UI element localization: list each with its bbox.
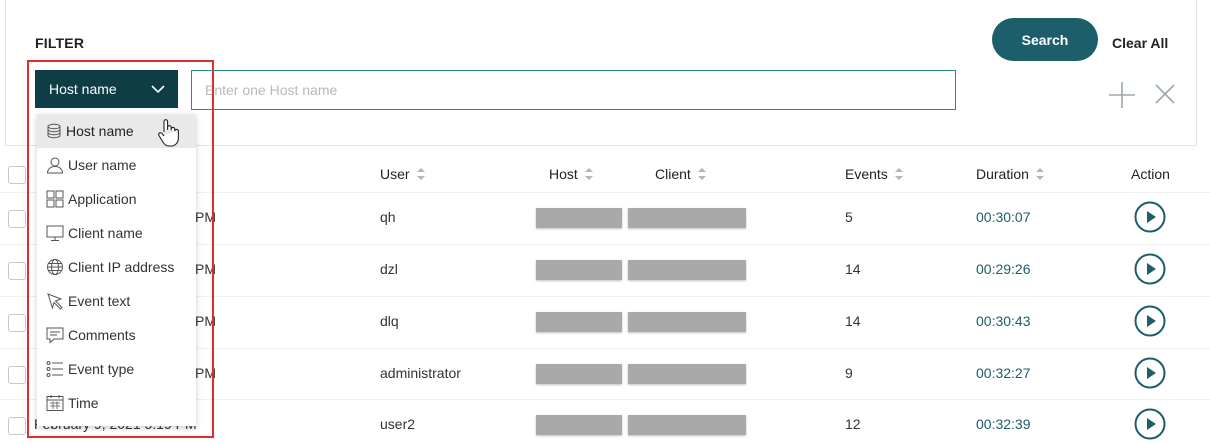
dropdown-item-label: Client name [68,225,143,241]
redacted-host [536,260,622,280]
sort-icon [416,168,425,180]
monitor-icon [46,225,64,241]
column-header-duration-label: Duration [976,166,1029,182]
row-checkbox[interactable] [8,210,26,228]
play-icon[interactable] [1134,408,1166,440]
row-start-time: PM [195,365,216,381]
redacted-client [628,260,746,280]
column-header-action: Action [1131,166,1170,182]
dropdown-item-event-type[interactable]: Event type [37,352,196,386]
field-select-value: Host name [49,81,117,97]
search-button[interactable]: Search [992,18,1098,61]
redacted-client [628,208,746,228]
row-events: 14 [845,261,861,277]
column-header-events-label: Events [845,166,888,182]
redacted-host [536,415,622,435]
row-checkbox[interactable] [8,262,26,280]
dropdown-item-event-text[interactable]: Event text [37,284,196,318]
clear-all-button[interactable]: Clear All [1112,35,1168,51]
cursor-arrow-icon [47,293,63,310]
row-user: dlq [380,313,399,329]
row-user: user2 [380,416,416,432]
dropdown-item-label: Comments [68,327,136,343]
field-select[interactable]: Host name [35,70,178,108]
close-icon[interactable] [1153,82,1177,106]
row-user: administrator [380,365,461,381]
row-duration: 00:30:43 [976,313,1031,329]
row-events: 5 [845,209,853,225]
dropdown-item-label: Client IP address [68,259,175,275]
redacted-client [628,415,746,435]
row-checkbox[interactable] [8,366,26,384]
dropdown-item-label: Application [68,191,137,207]
row-user: qh [380,209,396,225]
column-header-user-label: User [380,166,410,182]
play-icon[interactable] [1134,253,1166,285]
row-user: dzl [380,261,398,277]
play-icon[interactable] [1134,201,1166,233]
column-header-action-label: Action [1131,166,1170,182]
row-checkbox[interactable] [8,417,26,435]
chevron-down-icon [151,85,165,94]
row-duration: 00:30:07 [976,209,1031,225]
row-events: 14 [845,313,861,329]
plus-icon[interactable] [1107,80,1137,110]
grid-icon [46,190,64,208]
column-header-events[interactable]: Events [845,166,904,182]
row-start-time: PM [195,313,216,329]
row-duration: 00:29:26 [976,261,1031,277]
user-icon [46,157,64,174]
dropdown-item-label: User name [68,157,137,173]
dropdown-item-time[interactable]: Time [37,386,196,420]
redacted-host [536,208,622,228]
host-name-input[interactable]: Enter one Host name [191,70,956,110]
row-duration: 00:32:27 [976,365,1031,381]
select-all-checkbox[interactable] [8,166,26,184]
comment-icon [46,327,64,344]
row-start-time: PM [195,209,216,225]
globe-icon [47,259,63,275]
column-header-host-label: Host [549,166,578,182]
dropdown-item-client-ip-address[interactable]: Client IP address [37,250,196,284]
row-events: 12 [845,416,861,432]
host-name-input-placeholder: Enter one Host name [205,82,338,98]
dropdown-item-label: Time [68,395,99,411]
sort-icon [894,168,903,180]
redacted-host [536,312,622,332]
column-header-duration[interactable]: Duration [976,166,1045,182]
dropdown-item-user-name[interactable]: User name [37,148,196,182]
database-icon [47,123,61,139]
hand-cursor-icon [158,119,179,147]
field-dropdown-menu: Host name User name Application Client n… [37,114,196,426]
column-header-host[interactable]: Host [549,166,594,182]
redacted-client [628,364,746,384]
row-checkbox[interactable] [8,314,26,332]
dropdown-item-application[interactable]: Application [37,182,196,216]
sort-icon [697,168,706,180]
row-duration: 00:32:39 [976,416,1031,432]
dropdown-item-client-name[interactable]: Client name [37,216,196,250]
play-icon[interactable] [1134,305,1166,337]
redacted-host [536,364,622,384]
sort-icon [1035,168,1044,180]
dropdown-item-comments[interactable]: Comments [37,318,196,352]
row-events: 9 [845,365,853,381]
column-header-user[interactable]: User [380,166,426,182]
dropdown-item-label: Event text [68,293,131,309]
filter-title: FILTER [35,35,85,51]
calendar-icon [46,395,64,411]
play-icon[interactable] [1134,357,1166,389]
column-header-client[interactable]: Client [655,166,707,182]
row-start-time: PM [195,261,216,277]
sort-icon [584,168,593,180]
dropdown-item-label: Host name [66,123,134,139]
dropdown-item-label: Event type [68,361,135,377]
redacted-client [628,312,746,332]
list-icon [46,361,63,377]
column-header-client-label: Client [655,166,691,182]
